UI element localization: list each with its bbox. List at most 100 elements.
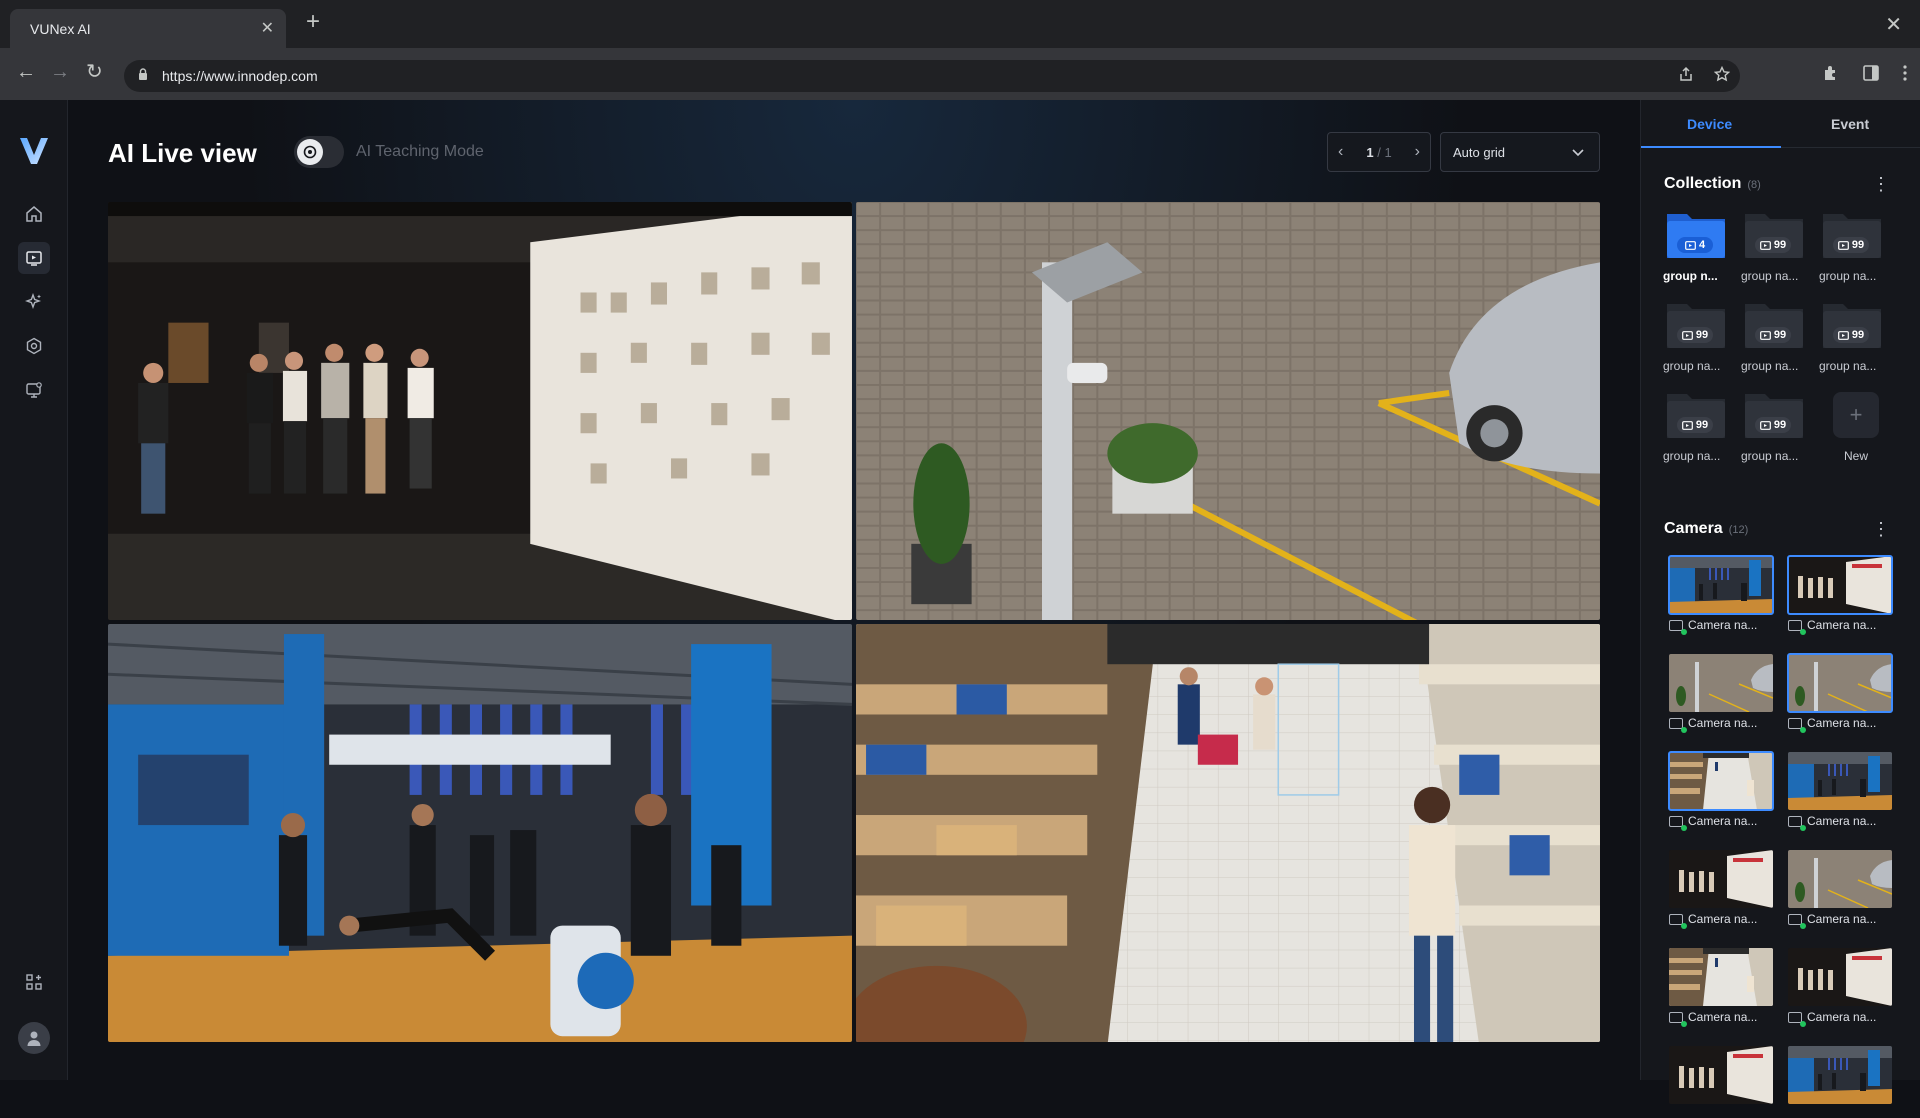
group-count: 4 — [1698, 239, 1706, 251]
group-label: group na... — [1663, 359, 1721, 373]
market-scene — [856, 624, 1600, 1042]
next-page-button[interactable]: › — [1415, 143, 1420, 161]
camera-list-item[interactable]: Camera na... — [1788, 850, 1892, 929]
close-tab-icon[interactable]: ✕ — [261, 18, 274, 38]
camera-name: Camera na... — [1688, 1010, 1758, 1024]
camera-list-item[interactable]: Camera na... — [1669, 850, 1773, 929]
chevron-down-icon — [1572, 149, 1584, 157]
active-tab-indicator — [1641, 146, 1781, 148]
pager-total: 1 — [1384, 144, 1392, 160]
camera-online-icon — [1788, 619, 1806, 635]
camera-list-item[interactable]: Camera na... — [1668, 751, 1774, 831]
video-tile-parking[interactable] — [856, 202, 1600, 620]
camera-list-item[interactable] — [1788, 1046, 1892, 1118]
camera-label-row: Camera na... — [1669, 1010, 1779, 1027]
video-tile-museum[interactable] — [108, 202, 852, 620]
collection-group[interactable]: 99 group na... — [1819, 210, 1885, 286]
plus-icon: + — [1833, 392, 1879, 438]
back-arrow-icon[interactable]: ← — [16, 62, 36, 82]
camera-online-icon — [1669, 1011, 1687, 1027]
camera-thumbnail — [1669, 1046, 1773, 1104]
camera-list-item[interactable] — [1669, 1046, 1773, 1118]
camera-icon — [1685, 240, 1696, 250]
collection-group[interactable]: 99 group na... — [1819, 300, 1885, 376]
puzzle-icon[interactable] — [1822, 64, 1840, 82]
collection-group[interactable]: 99 group na... — [1663, 300, 1729, 376]
camera-thumbnail — [1788, 948, 1892, 1006]
share-icon[interactable] — [1678, 66, 1694, 82]
camera-online-icon — [1669, 913, 1687, 929]
camera-name: Camera na... — [1688, 618, 1758, 632]
window-close-icon[interactable]: ✕ — [1885, 12, 1902, 37]
video-grid — [108, 202, 1600, 1042]
collection-group[interactable]: 99 group na... — [1663, 390, 1729, 466]
camera-more-icon[interactable]: ⋮ — [1872, 519, 1890, 540]
new-tab-button[interactable]: + — [306, 10, 320, 34]
menu-icon[interactable] — [1902, 64, 1908, 82]
camera-list-item[interactable]: Camera na... — [1669, 948, 1773, 1027]
expo-scene — [108, 624, 852, 1042]
collection-group[interactable]: 99 group na... — [1741, 390, 1807, 466]
collection-count: (8) — [1747, 179, 1761, 191]
collection-more-icon[interactable]: ⋮ — [1872, 174, 1890, 195]
camera-thumbnail — [1669, 850, 1773, 908]
collection-group[interactable]: 4 group n... — [1663, 210, 1729, 286]
browser-tab-title: VUNex AI — [30, 21, 91, 37]
panel-tabs: Device Event — [1641, 100, 1920, 148]
browser-tab[interactable]: VUNex AI ✕ — [10, 9, 286, 48]
video-tile-expo[interactable] — [108, 624, 852, 1042]
group-count: 99 — [1773, 329, 1787, 341]
url-text[interactable]: https://www.innodep.com — [162, 68, 318, 84]
ai-sparkle-icon[interactable] — [22, 290, 46, 314]
camera-name: Camera na... — [1688, 716, 1758, 730]
device-panel: Device Event Collection (8) ⋮ 4 group n...… — [1640, 100, 1920, 1104]
camera-icon — [1681, 330, 1693, 340]
camera-list-item[interactable]: Camera na... — [1669, 654, 1773, 733]
collection-heading: Collection (8) — [1664, 175, 1761, 193]
live-view-icon[interactable] — [18, 242, 50, 274]
camera-name: Camera na... — [1688, 814, 1758, 828]
lock-icon — [139, 68, 147, 80]
group-label: group na... — [1741, 269, 1799, 283]
camera-list-item[interactable]: Camera na... — [1668, 555, 1774, 635]
camera-online-icon — [1669, 619, 1687, 635]
grid-layout-select[interactable]: Auto grid — [1440, 132, 1600, 172]
camera-icon — [1759, 330, 1771, 340]
video-tile-market[interactable] — [856, 624, 1600, 1042]
page-title: AI Live view — [108, 138, 257, 168]
tab-device[interactable]: Device — [1687, 116, 1732, 132]
monitor-icon[interactable] — [22, 378, 46, 402]
tab-event[interactable]: Event — [1831, 116, 1869, 132]
reload-icon[interactable]: ↻ — [86, 62, 103, 82]
prev-page-button[interactable]: ‹ — [1338, 143, 1343, 161]
user-icon — [27, 1031, 41, 1046]
pager-current: 1 — [1366, 144, 1374, 160]
camera-list-item[interactable]: Camera na... — [1788, 752, 1892, 831]
group-camera-count-badge: 99 — [1755, 327, 1791, 343]
user-avatar[interactable] — [18, 1022, 50, 1054]
parking-scene — [856, 202, 1600, 620]
settings-icon[interactable] — [22, 334, 46, 358]
ai-teaching-mode-toggle[interactable] — [294, 136, 344, 168]
apps-icon[interactable] — [22, 970, 46, 994]
star-icon[interactable] — [1714, 66, 1730, 82]
new-collection-button[interactable]: + New — [1819, 390, 1885, 466]
gear-icon — [303, 145, 317, 159]
collection-group[interactable]: 99 group na... — [1741, 210, 1807, 286]
address-bar[interactable]: https://www.innodep.com — [124, 60, 1740, 92]
camera-name: Camera na... — [1688, 912, 1758, 926]
camera-thumbnail — [1669, 654, 1773, 712]
group-camera-count-badge: 99 — [1677, 417, 1713, 433]
vunex-logo[interactable] — [18, 136, 50, 166]
grid-layout-value: Auto grid — [1453, 145, 1506, 160]
group-count: 99 — [1773, 239, 1787, 251]
page-pager: ‹ 1 / 1 › — [1327, 132, 1431, 172]
forward-arrow-icon[interactable]: → — [50, 62, 70, 82]
camera-list-item[interactable]: Camera na... — [1788, 948, 1892, 1027]
sidepanel-icon[interactable] — [1862, 64, 1880, 82]
collection-group[interactable]: 99 group na... — [1741, 300, 1807, 376]
camera-online-icon — [1788, 815, 1806, 831]
camera-list-item[interactable]: Camera na... — [1787, 653, 1893, 733]
home-icon[interactable] — [22, 202, 46, 226]
camera-list-item[interactable]: Camera na... — [1787, 555, 1893, 635]
